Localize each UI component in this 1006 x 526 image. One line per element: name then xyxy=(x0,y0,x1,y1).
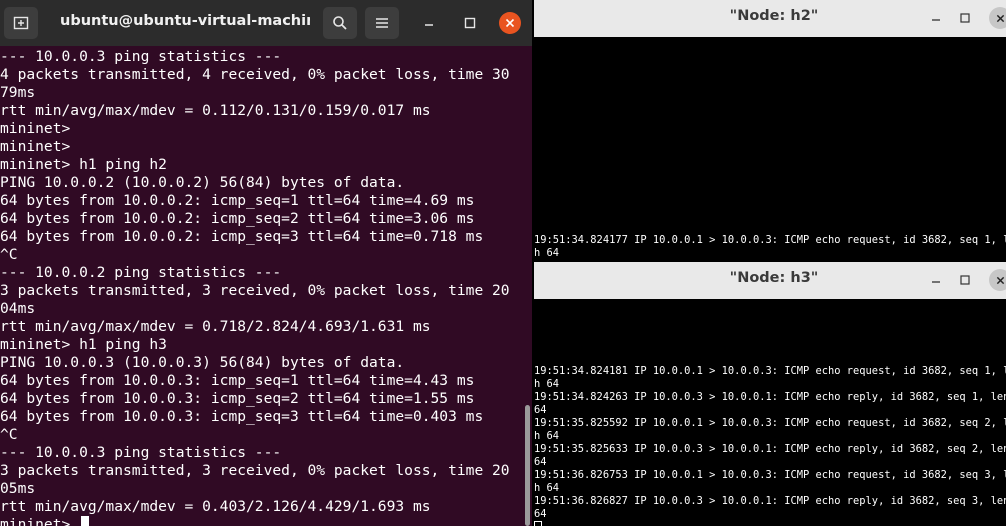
maximize-icon xyxy=(960,13,970,23)
terminal-line: 3 packets transmitted, 3 received, 0% pa… xyxy=(0,282,510,299)
xterm-cursor xyxy=(534,521,542,526)
terminal-line: 79ms xyxy=(0,84,36,101)
close-button[interactable] xyxy=(499,12,521,34)
minimize-icon xyxy=(425,24,433,26)
minimize-icon xyxy=(932,281,940,283)
h2-close-button[interactable] xyxy=(989,7,1006,29)
terminal-line: mininet> h1 ping h3 xyxy=(0,336,167,353)
terminal-title: ubuntu@ubuntu-virtual-machin... xyxy=(60,13,310,29)
tcpdump-line: 19:51:34.824263 IP 10.0.0.3 > 10.0.0.1: … xyxy=(534,391,1006,403)
terminal-line: rtt min/avg/max/mdev = 0.403/2.126/4.429… xyxy=(0,498,431,515)
tcpdump-line: h 64 xyxy=(534,430,560,442)
search-button[interactable] xyxy=(323,7,357,39)
tcpdump-line: 64 xyxy=(534,404,547,416)
maximize-icon xyxy=(464,17,476,29)
terminal-line: 4 packets transmitted, 4 received, 0% pa… xyxy=(0,66,510,83)
xterm-cursor-line xyxy=(534,521,1006,526)
h3-maximize-button[interactable] xyxy=(955,270,975,290)
terminal-line: mininet> h1 ping h2 xyxy=(0,156,167,173)
maximize-button[interactable] xyxy=(459,12,481,34)
terminal-scrollbar[interactable] xyxy=(525,405,530,526)
terminal-line: mininet> xyxy=(0,120,71,137)
tcpdump-line: 19:51:36.826753 IP 10.0.0.1 > 10.0.0.3: … xyxy=(534,469,1006,481)
node-h2-output[interactable]: 19:51:34.824177 IP 10.0.0.1 > 10.0.0.3: … xyxy=(534,234,1006,260)
terminal-line: mininet> xyxy=(0,138,71,155)
tcpdump-line: h 64 xyxy=(534,482,560,494)
node-h3-window: "Node: h3" 19:51:34.824181 IP 10.0.0.1 >… xyxy=(534,262,1006,526)
node-h2-titlebar[interactable]: "Node: h2" xyxy=(534,0,1006,37)
search-icon xyxy=(333,16,347,30)
terminal-line: --- 10.0.0.3 ping statistics --- xyxy=(0,444,282,461)
text-cursor xyxy=(81,516,90,526)
terminal-line: 64 bytes from 10.0.0.3: icmp_seq=2 ttl=6… xyxy=(0,390,475,407)
h3-minimize-button[interactable] xyxy=(926,270,946,290)
terminal-line: PING 10.0.0.2 (10.0.0.2) 56(84) bytes of… xyxy=(0,174,405,191)
terminal-line: rtt min/avg/max/mdev = 0.112/0.131/0.159… xyxy=(0,102,431,119)
close-icon xyxy=(996,14,1004,22)
new-tab-icon xyxy=(13,16,29,30)
hamburger-menu-icon xyxy=(376,18,388,28)
minimize-button[interactable] xyxy=(418,12,440,34)
terminal-line: 64 bytes from 10.0.0.2: icmp_seq=3 ttl=6… xyxy=(0,228,484,245)
terminal-window: ubuntu@ubuntu-virtual-machin... --- 10.0… xyxy=(0,0,532,526)
node-h3-output[interactable]: 19:51:34.824181 IP 10.0.0.1 > 10.0.0.3: … xyxy=(534,365,1006,526)
minimize-icon xyxy=(932,19,940,21)
tcpdump-line: 64 xyxy=(534,508,547,520)
tcpdump-line: 64 xyxy=(534,456,547,468)
new-tab-button[interactable] xyxy=(4,7,38,39)
tcpdump-line: 19:51:35.825592 IP 10.0.0.1 > 10.0.0.3: … xyxy=(534,417,1006,429)
terminal-output[interactable]: --- 10.0.0.3 ping statistics --- 4 packe… xyxy=(0,48,528,526)
tcpdump-line: 19:51:36.826827 IP 10.0.0.3 > 10.0.0.1: … xyxy=(534,495,1006,507)
terminal-header-bar: ubuntu@ubuntu-virtual-machin... xyxy=(0,0,532,46)
node-h3-titlebar[interactable]: "Node: h3" xyxy=(534,262,1006,299)
terminal-line: --- 10.0.0.2 ping statistics --- xyxy=(0,264,282,281)
menu-button[interactable] xyxy=(365,7,399,39)
prompt: mininet> xyxy=(0,516,71,526)
terminal-line: 64 bytes from 10.0.0.3: icmp_seq=1 ttl=6… xyxy=(0,372,475,389)
terminal-line: 64 bytes from 10.0.0.2: icmp_seq=2 ttl=6… xyxy=(0,210,475,227)
close-icon xyxy=(505,18,515,28)
terminal-line: 04ms xyxy=(0,300,36,317)
terminal-line: ^C xyxy=(0,426,18,443)
close-icon xyxy=(996,276,1004,284)
h2-minimize-button[interactable] xyxy=(926,8,946,28)
maximize-icon xyxy=(960,275,970,285)
terminal-line: 05ms xyxy=(0,480,36,497)
tcpdump-line: h 64 xyxy=(534,247,560,259)
terminal-line: PING 10.0.0.3 (10.0.0.3) 56(84) bytes of… xyxy=(0,354,405,371)
terminal-line: 64 bytes from 10.0.0.3: icmp_seq=3 ttl=6… xyxy=(0,408,484,425)
terminal-prompt-line[interactable]: mininet> xyxy=(0,516,528,526)
h3-close-button[interactable] xyxy=(989,269,1006,291)
tcpdump-line: 19:51:34.824181 IP 10.0.0.1 > 10.0.0.3: … xyxy=(534,365,1006,377)
tcpdump-line: 19:51:34.824177 IP 10.0.0.1 > 10.0.0.3: … xyxy=(534,234,1006,246)
node-h2-window: "Node: h2" 19:51:34.824177 IP 10.0.0.1 >… xyxy=(534,0,1006,262)
tcpdump-line: h 64 xyxy=(534,378,560,390)
h2-maximize-button[interactable] xyxy=(955,8,975,28)
terminal-line: rtt min/avg/max/mdev = 0.718/2.824/4.693… xyxy=(0,318,431,335)
terminal-line: 3 packets transmitted, 3 received, 0% pa… xyxy=(0,462,510,479)
terminal-line: 64 bytes from 10.0.0.2: icmp_seq=1 ttl=6… xyxy=(0,192,475,209)
terminal-line: --- 10.0.0.3 ping statistics --- xyxy=(0,48,282,65)
terminal-line: ^C xyxy=(0,246,18,263)
tcpdump-line: 19:51:35.825633 IP 10.0.0.3 > 10.0.0.1: … xyxy=(534,443,1006,455)
